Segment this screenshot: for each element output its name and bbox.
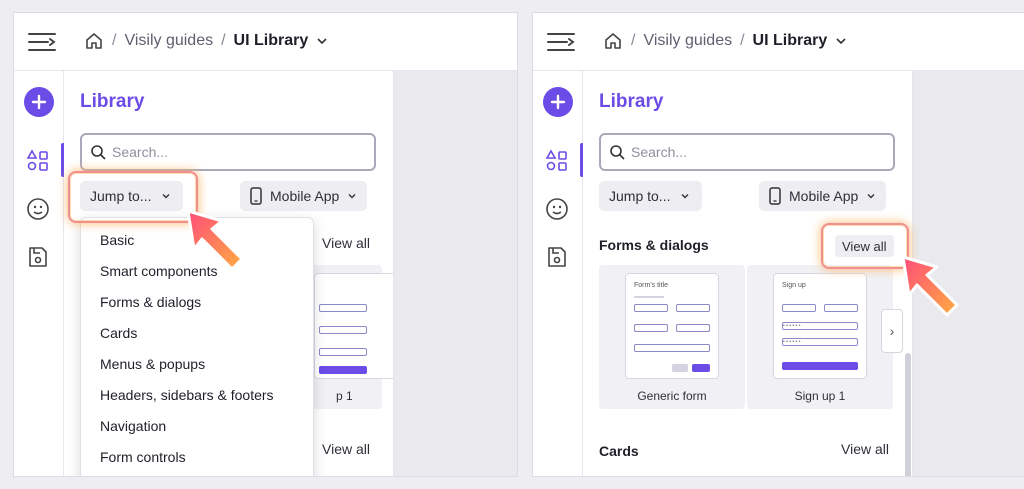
plus-icon: [31, 94, 47, 110]
chevron-down-icon: [867, 194, 875, 199]
emoji-icon[interactable]: [26, 197, 50, 221]
home-icon[interactable]: [603, 31, 623, 51]
card-thumbnail: Sign up • • • • • • • • • • • •: [773, 273, 867, 379]
thumb-password-field: • • • • • •: [782, 322, 858, 330]
thumb-field: [319, 348, 367, 356]
jump-to-label: Jump to...: [609, 188, 671, 204]
breadcrumb-separator: /: [631, 32, 636, 49]
shapes-icon[interactable]: [545, 149, 569, 173]
breadcrumb-current[interactable]: UI Library: [234, 32, 309, 50]
breadcrumb-visily-guides[interactable]: Visily guides: [643, 32, 732, 50]
library-title: Library: [599, 91, 664, 112]
card-thumbnail: Form's title: [625, 273, 719, 379]
view-all-link[interactable]: View all: [322, 441, 370, 457]
chevron-down-icon[interactable]: [835, 35, 847, 47]
menu-item-basic[interactable]: Basic: [100, 232, 134, 248]
thumb-field: [676, 324, 710, 332]
menu-item-navigation[interactable]: Navigation: [100, 418, 166, 434]
card-label: p 1: [336, 389, 353, 403]
highlight-frame: [68, 171, 198, 223]
thumb-field: [634, 304, 668, 312]
left-rail: [533, 71, 584, 476]
search-input[interactable]: Search...: [80, 133, 376, 171]
search-placeholder: Search...: [112, 144, 169, 160]
emoji-icon[interactable]: [545, 197, 569, 221]
section-title-forms: Forms & dialogs: [599, 237, 709, 253]
device-dropdown[interactable]: Mobile App: [240, 181, 368, 211]
thumb-field: [782, 304, 816, 312]
phone-icon: [250, 187, 262, 205]
save-icon[interactable]: [545, 245, 569, 269]
component-card-sign-up[interactable]: Sign up • • • • • • • • • • • • Sign up …: [747, 265, 893, 409]
shapes-icon[interactable]: [26, 149, 50, 173]
hamburger-icon[interactable]: [28, 31, 56, 53]
scrollbar[interactable]: [905, 353, 911, 476]
breadcrumb: / Visily guides / UI Library: [84, 31, 328, 51]
pointer-arrow-icon: [901, 255, 959, 317]
thumb-title: Sign up: [782, 282, 806, 289]
top-bar: / Visily guides / UI Library: [14, 13, 517, 71]
section-title-cards: Cards: [599, 443, 639, 459]
component-card-generic-form[interactable]: Form's title Generic form: [599, 265, 745, 409]
top-bar: / Visily guides / UI Library: [533, 13, 1024, 71]
save-icon[interactable]: [26, 245, 50, 269]
device-dropdown[interactable]: Mobile App: [759, 181, 887, 211]
right-panel: / Visily guides / UI Library Library ‹ S…: [532, 12, 1024, 477]
breadcrumb-separator: /: [221, 32, 226, 49]
menu-item-cards[interactable]: Cards: [100, 325, 137, 341]
highlight-frame: [821, 223, 909, 269]
search-icon: [91, 145, 106, 160]
device-label: Mobile App: [270, 188, 340, 204]
device-label: Mobile App: [789, 188, 859, 204]
left-panel: / Visily guides / UI Library Library ‹ S…: [13, 12, 518, 477]
breadcrumb: / Visily guides / UI Library: [603, 31, 847, 51]
thumb-field: [634, 344, 710, 352]
thumb-button-primary: [692, 364, 710, 372]
card-label: Generic form: [637, 389, 707, 403]
jump-to-dropdown[interactable]: Jump to...: [599, 181, 703, 211]
chevron-right-icon: ›: [889, 323, 895, 339]
breadcrumb-separator: /: [112, 32, 117, 49]
home-icon[interactable]: [84, 31, 104, 51]
card-thumbnail: [314, 273, 393, 379]
chevron-down-icon: [681, 194, 689, 199]
pointer-arrow-icon: [186, 209, 244, 271]
menu-item-forms-dialogs[interactable]: Forms & dialogs: [100, 294, 201, 310]
left-rail: [14, 71, 65, 476]
view-all-link[interactable]: View all: [322, 235, 370, 251]
breadcrumb-current[interactable]: UI Library: [753, 32, 828, 50]
thumb-field: [824, 304, 858, 312]
thumb-button-primary: [782, 362, 858, 370]
add-button[interactable]: [24, 87, 54, 117]
menu-item-form-controls[interactable]: Form controls: [100, 449, 186, 465]
view-all-link[interactable]: View all: [841, 441, 889, 457]
thumb-field: [634, 324, 668, 332]
thumb-title: Form's title: [634, 282, 669, 289]
menu-item-headers-sidebars-footers[interactable]: Headers, sidebars & footers: [100, 387, 274, 403]
breadcrumb-visily-guides[interactable]: Visily guides: [124, 32, 213, 50]
card-label: Sign up 1: [794, 389, 846, 403]
hamburger-icon[interactable]: [547, 31, 575, 53]
phone-icon: [769, 187, 781, 205]
library-panel: Library ‹ Search... Jump to... Mobile Ap…: [583, 71, 913, 476]
thumb-field: [319, 326, 367, 334]
thumb-line: [634, 296, 664, 298]
breadcrumb-separator: /: [740, 32, 745, 49]
chevron-down-icon: [348, 194, 356, 199]
search-icon: [610, 145, 625, 160]
menu-item-menus-popups[interactable]: Menus & popups: [100, 356, 205, 372]
thumb-button: [319, 366, 367, 374]
thumb-password-field: • • • • • •: [782, 338, 858, 346]
library-title: Library: [80, 91, 145, 112]
thumb-button-secondary: [672, 364, 688, 372]
canvas-area[interactable]: [394, 71, 517, 476]
search-placeholder: Search...: [631, 144, 688, 160]
plus-icon: [550, 94, 566, 110]
search-input[interactable]: Search...: [599, 133, 895, 171]
chevron-down-icon[interactable]: [316, 35, 328, 47]
thumb-field: [676, 304, 710, 312]
add-button[interactable]: [543, 87, 573, 117]
thumb-field: [319, 304, 367, 312]
